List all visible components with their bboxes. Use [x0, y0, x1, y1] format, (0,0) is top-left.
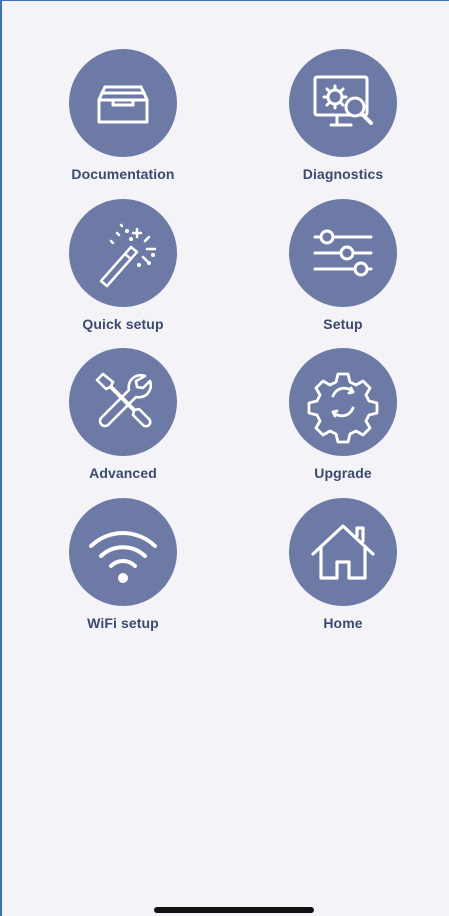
wifi-icon: [89, 531, 157, 583]
advanced-circle: [69, 348, 177, 456]
app-screen: Documentation Diagnostics Quick setup Se…: [0, 0, 449, 916]
advanced-label: Advanced: [89, 465, 157, 481]
upgrade-circle: [289, 348, 397, 456]
documentation-button[interactable]: Documentation: [48, 49, 198, 189]
quick-setup-button[interactable]: Quick setup: [48, 199, 198, 339]
setup-label: Setup: [323, 316, 363, 332]
home-circle: [289, 498, 397, 606]
gear-icon: [307, 372, 379, 444]
documentation-label: Documentation: [71, 166, 175, 182]
wifi-setup-circle: [69, 498, 177, 606]
wrench-screwdriver-icon: [95, 372, 153, 428]
wifi-setup-button[interactable]: WiFi setup: [48, 498, 198, 638]
monitor-gear-search-icon: [313, 75, 373, 127]
home-indicator[interactable]: [154, 907, 314, 913]
documentation-circle: [69, 49, 177, 157]
home-label: Home: [323, 615, 363, 631]
sliders-icon: [313, 229, 373, 277]
upgrade-button[interactable]: Upgrade: [268, 348, 418, 488]
setup-circle: [289, 199, 397, 307]
diagnostics-circle: [289, 49, 397, 157]
inbox-tray-icon: [97, 85, 149, 124]
diagnostics-button[interactable]: Diagnostics: [268, 49, 418, 189]
home-button[interactable]: Home: [268, 498, 418, 638]
magic-wand-icon: [99, 223, 157, 288]
setup-button[interactable]: Setup: [268, 199, 418, 339]
quick-setup-label: Quick setup: [82, 316, 164, 332]
quick-setup-circle: [69, 199, 177, 307]
diagnostics-label: Diagnostics: [302, 166, 384, 182]
wifi-setup-label: WiFi setup: [87, 615, 159, 631]
advanced-button[interactable]: Advanced: [48, 348, 198, 488]
upgrade-label: Upgrade: [314, 465, 372, 481]
house-icon: [311, 524, 375, 580]
